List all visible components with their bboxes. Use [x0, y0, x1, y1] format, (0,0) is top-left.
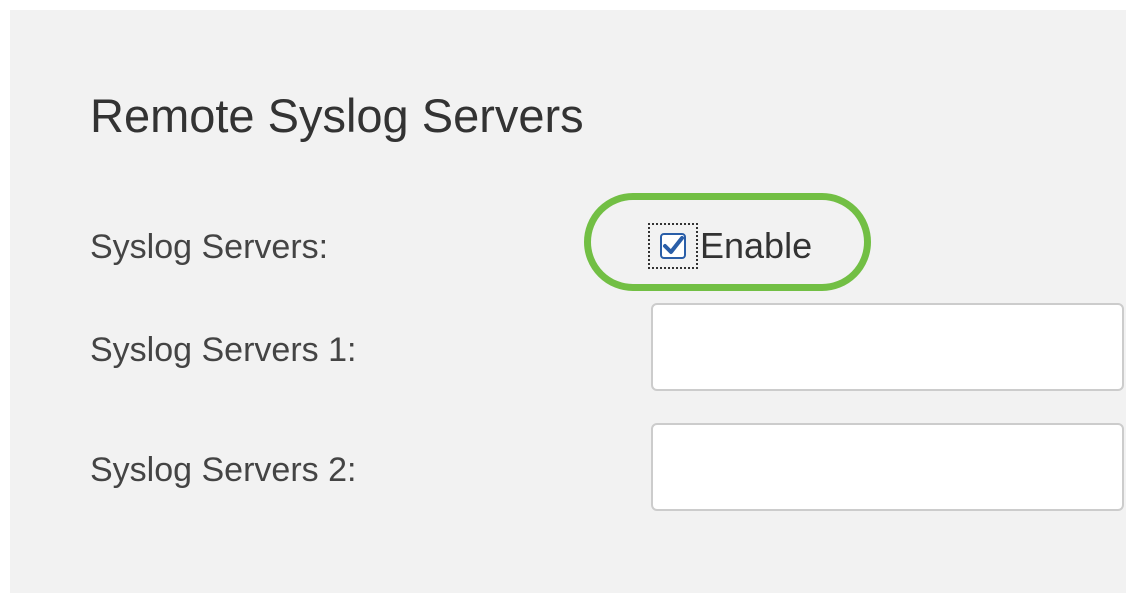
- enable-checkbox-label[interactable]: Enable: [700, 228, 812, 264]
- enable-checkbox[interactable]: [648, 223, 698, 269]
- checkbox-checked-icon: [660, 233, 686, 259]
- settings-panel: Remote Syslog Servers Syslog Servers: En…: [10, 10, 1126, 593]
- syslog-server-2-label: Syslog Servers 2:: [90, 451, 357, 489]
- syslog-servers-label: Syslog Servers:: [90, 228, 329, 266]
- section-title: Remote Syslog Servers: [90, 89, 584, 142]
- syslog-server-1-input[interactable]: [651, 303, 1124, 391]
- syslog-server-1-label: Syslog Servers 1:: [90, 331, 357, 369]
- syslog-server-2-input[interactable]: [651, 423, 1124, 511]
